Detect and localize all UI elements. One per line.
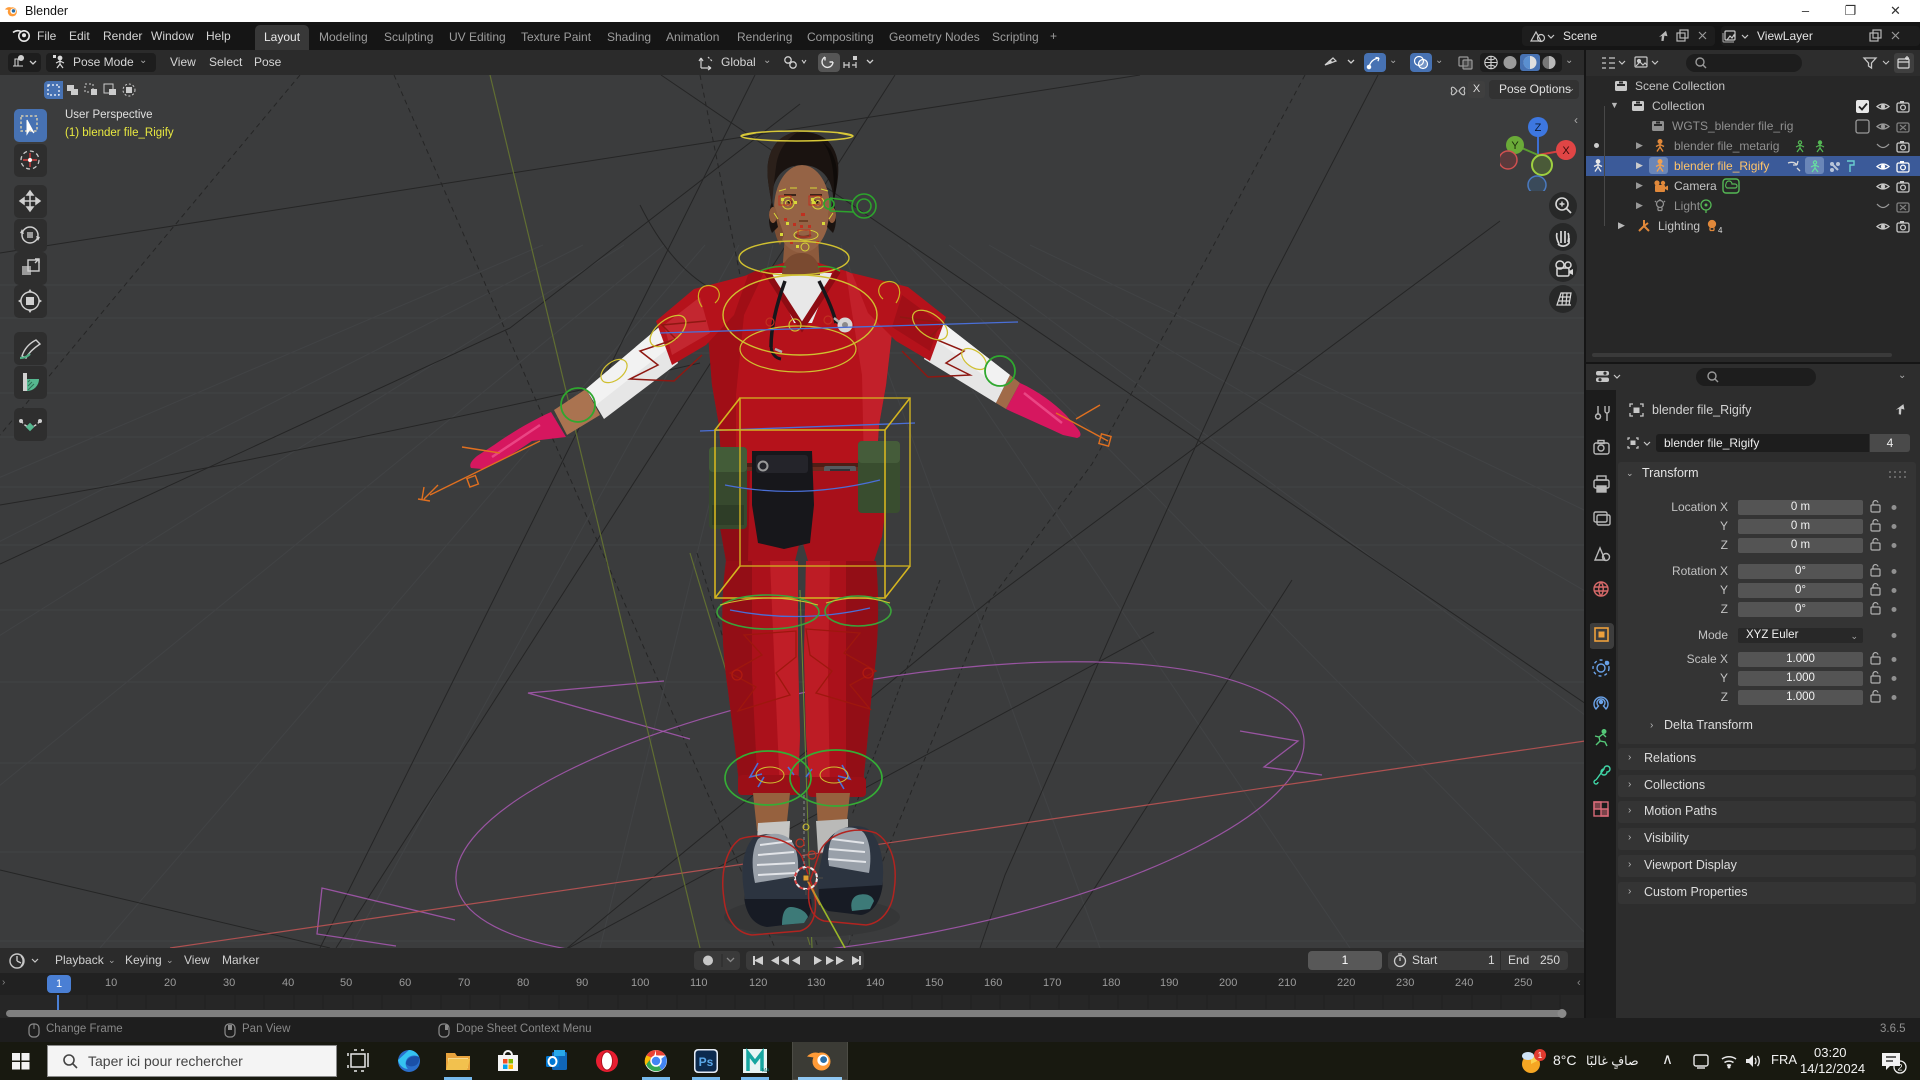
svg-text:Ps: Ps: [699, 1055, 714, 1069]
svg-text:Y: Y: [1511, 140, 1519, 152]
svg-text:X: X: [1562, 145, 1570, 157]
svg-text:1: 1: [1538, 1051, 1543, 1060]
svg-text:2: 2: [1897, 1063, 1902, 1073]
svg-text:MAYA: MAYA: [762, 1068, 769, 1074]
svg-text:Z: Z: [1535, 122, 1542, 134]
svg-text:4: 4: [1718, 226, 1723, 235]
